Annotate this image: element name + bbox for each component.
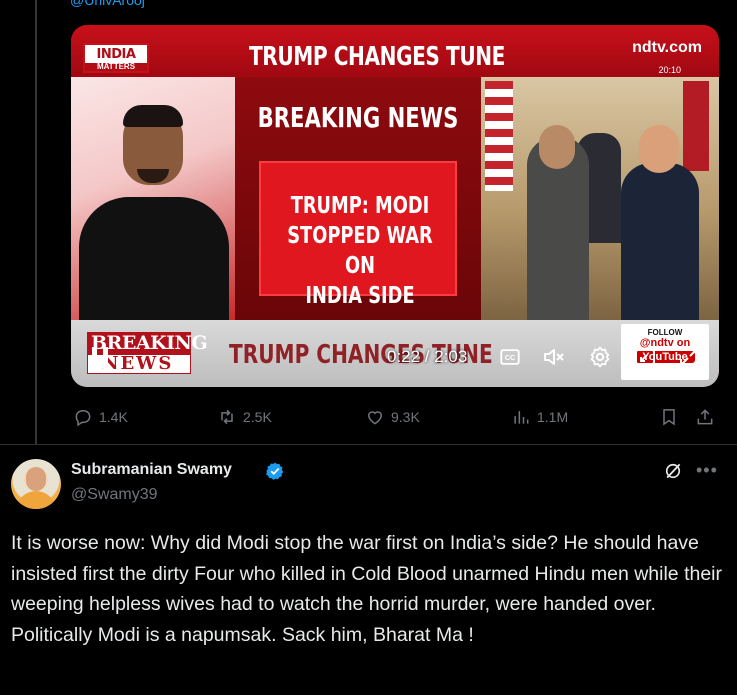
share-button[interactable] — [695, 404, 715, 430]
follow-label: FOLLOW — [647, 328, 683, 337]
repost-icon — [221, 409, 233, 425]
reply-count: 1.4K — [99, 409, 128, 425]
quoted-handle-fragment[interactable]: @UnivArooj — [70, 0, 145, 8]
breaking-box: TRUMP: MODI STOPPED WAR ON INDIA SIDE — [259, 161, 457, 309]
views-button[interactable]: 1.1M — [511, 404, 568, 430]
breaking-panel: BREAKING NEWS TRUMP: MODI STOPPED WAR ON… — [235, 77, 481, 320]
verified-badge-icon — [266, 462, 284, 480]
like-count: 9.3K — [391, 409, 420, 425]
more-options-icon[interactable]: ••• — [696, 460, 718, 481]
author-handle[interactable]: @Swamy39 — [71, 486, 158, 504]
logo-line2: MATTERS — [85, 63, 147, 71]
video-brand: ndtv.com — [632, 39, 702, 56]
video-clock: 20:10 — [658, 65, 681, 75]
bookmark-button[interactable] — [659, 404, 679, 430]
author-name[interactable]: Subramanian Swamy — [71, 461, 232, 479]
divider — [0, 444, 737, 445]
repost-button[interactable]: 2.5K — [217, 404, 272, 430]
like-button[interactable]: 9.3K — [365, 404, 420, 430]
views-chart-icon — [514, 411, 529, 424]
bookmark-icon — [663, 409, 675, 426]
tweet-actions: 1.4K 2.5K 9.3K 1.1M — [71, 404, 721, 430]
grok-icon[interactable] — [663, 461, 683, 481]
india-matters-logo: INDIA MATTERS — [83, 43, 149, 73]
video-controls: 0:22 / 2:03 CC — [71, 343, 719, 383]
thread-line — [35, 0, 37, 445]
breaking-text: TRUMP: MODI STOPPED WAR ON INDIA SIDE — [287, 193, 433, 309]
captions-icon[interactable]: CC — [499, 346, 521, 373]
anchor-image — [71, 77, 235, 327]
reply-icon — [75, 410, 91, 427]
reply-button[interactable]: 1.4K — [73, 404, 128, 430]
logo-line1: INDIA — [96, 47, 136, 62]
video-top-banner: INDIA MATTERS TRUMP CHANGES TUNE ndtv.co… — [71, 25, 719, 77]
pause-icon[interactable] — [91, 347, 109, 369]
breaking-title: BREAKING NEWS — [257, 101, 459, 134]
svg-text:CC: CC — [505, 353, 516, 362]
video-headline: TRUMP CHANGES TUNE — [249, 42, 505, 72]
meeting-photo — [481, 77, 719, 320]
minimize-player-icon[interactable] — [633, 345, 657, 374]
video-time: 0:22 / 2:03 — [387, 347, 468, 366]
fullscreen-icon[interactable] — [677, 345, 701, 374]
share-icon — [697, 409, 713, 425]
repost-count: 2.5K — [243, 409, 272, 425]
tweet-text: It is worse now: Why did Modi stop the w… — [11, 532, 722, 646]
video-player[interactable]: INDIA MATTERS TRUMP CHANGES TUNE ndtv.co… — [71, 25, 719, 387]
mute-icon[interactable] — [542, 345, 566, 374]
settings-gear-icon[interactable] — [588, 345, 612, 374]
avatar[interactable] — [11, 459, 61, 509]
heart-icon — [367, 411, 383, 425]
views-count: 1.1M — [537, 409, 569, 425]
